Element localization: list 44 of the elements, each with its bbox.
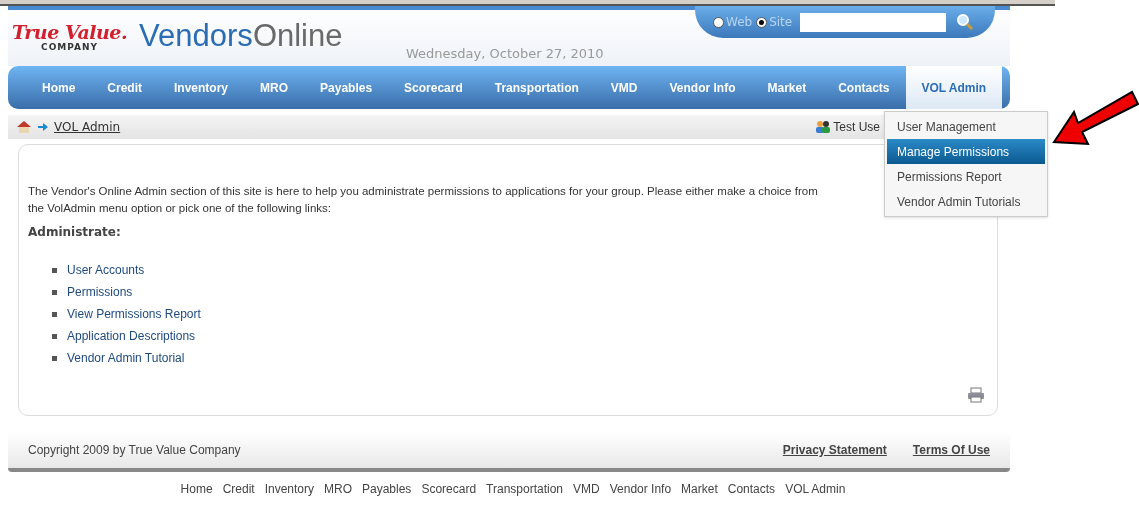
bullet-icon: [52, 355, 57, 361]
logo-subtext: COMPANY: [41, 42, 99, 52]
bottom-nav-link[interactable]: VMD: [573, 480, 600, 498]
footer-link[interactable]: Terms Of Use: [912, 441, 990, 459]
dropdown-item[interactable]: Vendor Admin Tutorials: [887, 189, 1045, 214]
bullet-icon: [52, 267, 57, 273]
bullet-icon: [52, 333, 57, 339]
search-field[interactable]: [800, 12, 947, 32]
user-name: Test Use: [833, 119, 880, 136]
users-icon: [815, 120, 832, 134]
bottom-nav-link[interactable]: Vendor Info: [609, 480, 672, 498]
admin-link[interactable]: Application Descriptions: [67, 327, 196, 345]
logo-text: True Value.: [12, 22, 128, 42]
print-icon[interactable]: [967, 387, 985, 403]
bottom-nav-link[interactable]: Contacts: [727, 480, 776, 498]
bottom-nav-link[interactable]: Market: [681, 480, 718, 498]
bottom-nav-link[interactable]: Credit: [222, 480, 255, 498]
dropdown-item[interactable]: Manage Permissions: [887, 139, 1045, 164]
bottom-nav-link[interactable]: MRO: [324, 480, 352, 498]
footer-link[interactable]: Privacy Statement: [782, 441, 887, 459]
admin-link[interactable]: Vendor Admin Tutorial: [67, 349, 185, 367]
intro-paragraph: The Vendor's Online Admin section of this site is here to help you administrate permissions to applications for your group. Please either make a choice from the VolAdmin menu option or pick one of the following links:: [28, 184, 818, 216]
bottom-nav-link[interactable]: Scorecard: [421, 480, 477, 498]
site-title: VendorsOnline: [139, 18, 343, 54]
admin-link[interactable]: View Permissions Report: [67, 305, 201, 323]
bullet-icon: [52, 289, 57, 295]
date-text: Wednesday, October 27, 2010: [406, 45, 604, 63]
bottom-nav-link[interactable]: Home: [180, 480, 213, 498]
dropdown-item[interactable]: User Management: [887, 114, 1045, 139]
copyright-text: Copyright 2009 by True Value Company: [28, 442, 241, 459]
search-icon[interactable]: [956, 13, 975, 31]
arrow-icon: [38, 123, 48, 131]
home-icon[interactable]: [16, 120, 32, 134]
dropdown-item[interactable]: Permissions Report: [887, 164, 1045, 189]
bottom-nav-link[interactable]: Inventory: [264, 480, 314, 498]
admin-link[interactable]: Permissions: [67, 283, 133, 301]
bottom-nav-link[interactable]: Transportation: [486, 480, 563, 498]
breadcrumb-link[interactable]: VOL Admin: [54, 118, 121, 136]
bottom-nav-link[interactable]: Payables: [362, 480, 412, 498]
bullet-icon: [52, 311, 57, 317]
bottom-nav-link[interactable]: VOL Admin: [785, 480, 846, 498]
nav-tab[interactable]: VOL Admin: [905, 66, 1003, 109]
admin-link[interactable]: User Accounts: [67, 261, 145, 279]
section-heading: Administrate:: [28, 224, 122, 241]
